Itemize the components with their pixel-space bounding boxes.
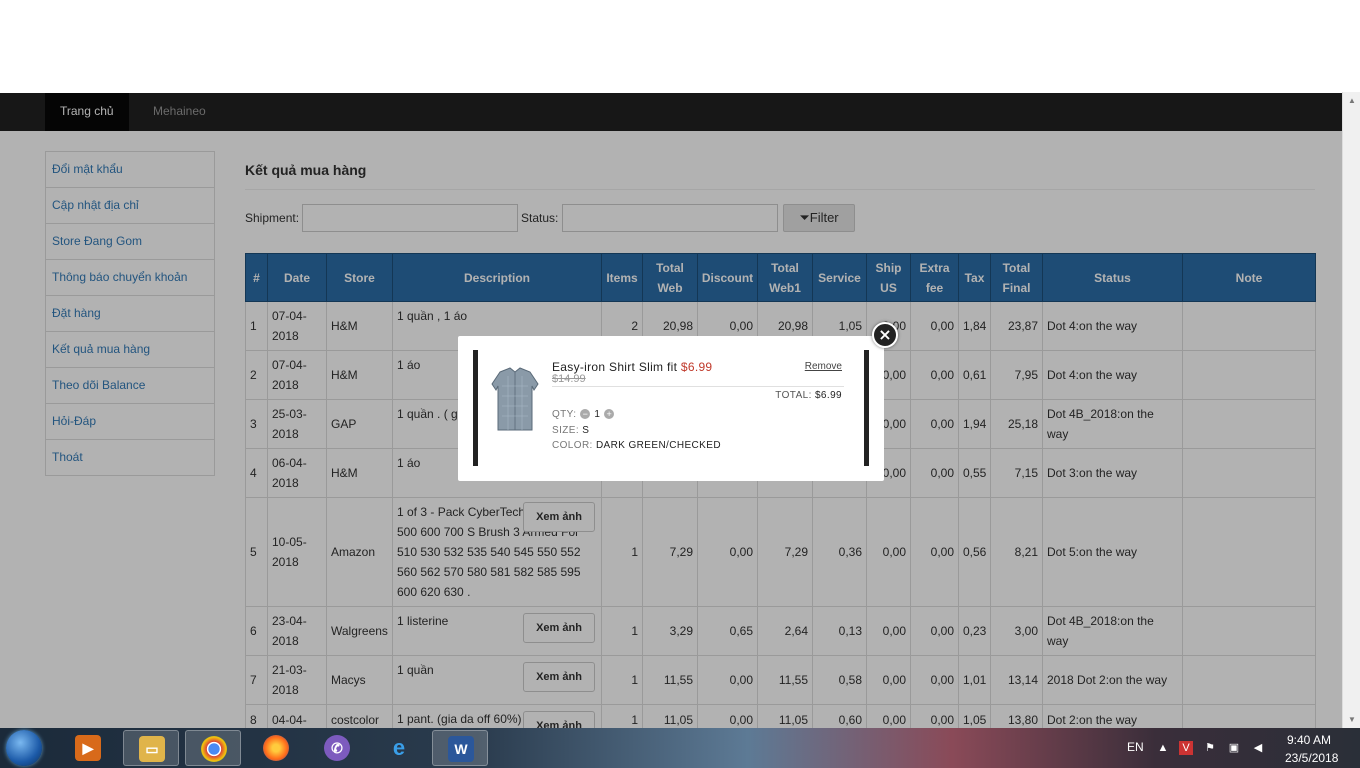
start-button-icon[interactable] xyxy=(6,730,42,766)
qty-label: QTY: xyxy=(552,409,576,420)
taskbar-media-player[interactable]: ▶ xyxy=(60,730,116,766)
color-value: DARK GREEN/CHECKED xyxy=(596,440,721,451)
size-value: S xyxy=(582,425,589,436)
product-name-text: Easy-iron Shirt Slim fit xyxy=(552,360,677,374)
close-icon[interactable]: × xyxy=(872,322,898,348)
total-label: TOTAL: xyxy=(775,390,811,401)
color-label: COLOR: xyxy=(552,440,593,451)
scroll-up-icon[interactable]: ▲ xyxy=(1348,96,1356,105)
clock-time[interactable]: 9:40 AM xyxy=(1287,733,1331,747)
size-label: SIZE: xyxy=(552,425,579,436)
volume-icon[interactable]: ◀ xyxy=(1251,741,1265,755)
taskbar-chrome[interactable] xyxy=(185,730,241,766)
vivaldi-tray-icon[interactable]: V xyxy=(1179,741,1193,755)
taskbar-viber[interactable]: ✆ xyxy=(309,730,365,766)
product-total: TOTAL: $6.99 xyxy=(775,390,842,401)
plus-icon[interactable]: + xyxy=(604,409,614,419)
language-indicator[interactable]: EN xyxy=(1127,740,1144,754)
total-value: $6.99 xyxy=(815,390,842,401)
taskbar-firefox[interactable] xyxy=(248,730,304,766)
cart-item: Easy-iron Shirt Slim fit $6.99 $14.99 Re… xyxy=(473,350,869,466)
qty-row: QTY:−1 + xyxy=(552,409,618,420)
taskbar-file-explorer[interactable]: ▭ xyxy=(123,730,179,766)
taskbar-ie[interactable]: e xyxy=(371,730,427,766)
remove-link[interactable]: Remove xyxy=(805,361,842,372)
more-options-icon[interactable]: ⋮ xyxy=(1336,40,1342,59)
viber-icon: ✆ xyxy=(324,735,350,761)
product-name: Easy-iron Shirt Slim fit $6.99 xyxy=(552,360,712,374)
vertical-scrollbar[interactable]: ▲ ▼ xyxy=(1342,92,1360,728)
browser-page: ⋮ Trang chủ Mehaineo Đổi mật khẩu Cập nh… xyxy=(0,0,1342,728)
network-icon[interactable]: ▣ xyxy=(1227,741,1241,755)
chrome-icon xyxy=(201,736,227,762)
minus-icon[interactable]: − xyxy=(580,409,590,419)
size-row: SIZE: S xyxy=(552,425,589,436)
flag-icon[interactable]: ⚑ xyxy=(1203,741,1217,755)
internet-explorer-icon: e xyxy=(386,735,412,761)
folder-icon: ▭ xyxy=(139,736,165,762)
media-player-icon: ▶ xyxy=(75,735,101,761)
firefox-icon xyxy=(263,735,289,761)
word-icon: W xyxy=(448,736,474,762)
shirt-image xyxy=(490,366,540,432)
divider xyxy=(552,386,844,387)
scroll-down-icon[interactable]: ▼ xyxy=(1348,715,1356,724)
taskbar: ▶ ▭ ✆ e W EN ▲ V ⚑ ▣ ◀ 9:40 AM 23/5/2018 xyxy=(0,728,1360,768)
cart-modal: Easy-iron Shirt Slim fit $6.99 $14.99 Re… xyxy=(458,336,884,481)
show-hidden-icons-icon[interactable]: ▲ xyxy=(1156,741,1170,755)
taskbar-word[interactable]: W xyxy=(432,730,488,766)
color-row: COLOR: DARK GREEN/CHECKED xyxy=(552,440,721,451)
product-price: $6.99 xyxy=(681,360,713,374)
qty-value: 1 xyxy=(594,409,600,420)
clock-date[interactable]: 23/5/2018 xyxy=(1285,751,1338,765)
browser-top-area: ⋮ xyxy=(0,0,1342,92)
product-old-price: $14.99 xyxy=(552,373,586,385)
